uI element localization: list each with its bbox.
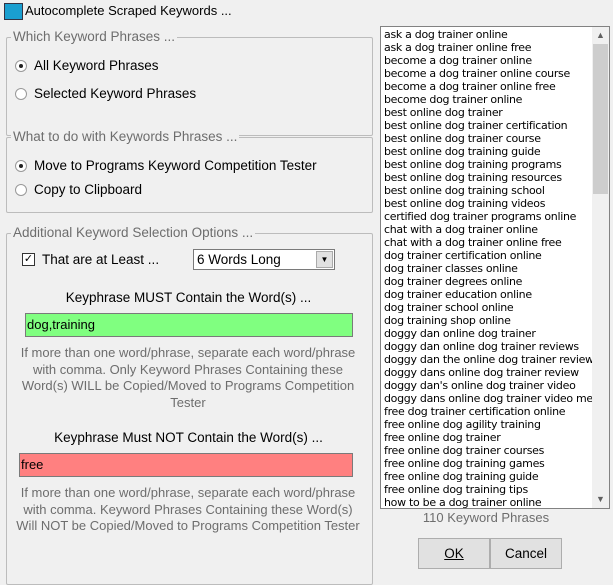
must-contain-label: Keyphrase MUST Contain the Word(s) ... xyxy=(65,290,312,305)
what-to-do-group: What to do with Keywords Phrases ... xyxy=(6,129,373,213)
ok-label: OK xyxy=(444,546,464,561)
keyword-list-item[interactable]: best online dog training school xyxy=(384,184,545,197)
keyword-list-item[interactable]: become a dog trainer online course xyxy=(384,67,570,80)
keyword-list-item[interactable]: become dog trainer online xyxy=(384,93,522,106)
group-legend: Which Keyword Phrases ... xyxy=(11,29,178,44)
keyword-list-item[interactable]: free online dog training guide xyxy=(384,470,539,483)
radio-move-to-tester[interactable]: Move to Programs Keyword Competition Tes… xyxy=(15,158,317,173)
window-title: Autocomplete Scraped Keywords ... xyxy=(25,3,232,18)
app-icon xyxy=(4,3,23,20)
radio-icon xyxy=(15,87,27,100)
keyword-list-item[interactable]: free online dog trainer courses xyxy=(384,444,544,457)
keyword-count: 110 Keyword Phrases xyxy=(422,510,550,525)
must-not-contain-label: Keyphrase Must NOT Contain the Word(s) .… xyxy=(54,430,323,445)
keyword-list-item[interactable]: free online dog trainer xyxy=(384,431,501,444)
keyword-list-item[interactable]: doggy dan online dog trainer reviews xyxy=(384,340,579,353)
must-not-contain-input[interactable]: free xyxy=(19,453,353,477)
keyword-list-item[interactable]: become a dog trainer online xyxy=(384,54,532,67)
keyword-list-item[interactable]: doggy dan the online dog trainer reviews xyxy=(384,353,599,366)
radio-label: All Keyword Phrases xyxy=(34,58,159,73)
radio-icon xyxy=(15,183,27,196)
radio-icon xyxy=(15,59,27,72)
radio-all-keyword-phrases[interactable]: All Keyword Phrases xyxy=(15,58,159,73)
keyword-list-item[interactable]: doggy dans online dog trainer review xyxy=(384,366,579,379)
radio-selected-keyword-phrases[interactable]: Selected Keyword Phrases xyxy=(15,86,196,101)
keyword-list-item[interactable]: become a dog trainer online free xyxy=(384,80,556,93)
select-value: 6 Words Long xyxy=(197,252,281,267)
keyword-list-item[interactable]: doggy dan's online dog trainer video xyxy=(384,379,576,392)
keyword-list-item[interactable]: how to be a dog trainer online xyxy=(384,496,542,508)
at-least-checkbox[interactable]: ✓ That are at Least ... xyxy=(22,252,159,267)
keyword-list-item[interactable]: ask a dog trainer online free xyxy=(384,41,532,54)
keyword-list-item[interactable]: best online dog training videos xyxy=(384,197,545,210)
keyword-list-item[interactable]: certified dog trainer programs online xyxy=(384,210,576,223)
group-legend: Additional Keyword Selection Options ... xyxy=(11,225,256,240)
scrollbar-thumb[interactable] xyxy=(593,44,608,194)
keyword-list[interactable]: how to be a dog trainer online free onlin… xyxy=(380,26,610,509)
scrollbar[interactable]: ▲ ▼ xyxy=(592,27,609,508)
keyword-list-item[interactable]: free online dog training tips xyxy=(384,483,528,496)
keyword-list-item[interactable]: free online dog training games xyxy=(384,457,545,470)
scroll-up-icon[interactable]: ▲ xyxy=(592,27,609,44)
cancel-button[interactable]: Cancel xyxy=(490,538,562,569)
radio-label: Copy to Clipboard xyxy=(34,182,143,197)
keyword-list-item[interactable]: dog trainer degrees online xyxy=(384,275,522,288)
radio-label: Selected Keyword Phrases xyxy=(34,86,197,101)
must-not-contain-help: If more than one word/phrase, separate e… xyxy=(16,485,360,533)
checkbox-label: That are at Least ... xyxy=(42,252,160,267)
keyword-list-item[interactable]: best online dog training guide xyxy=(384,145,541,158)
radio-icon xyxy=(15,159,27,172)
cancel-label: Cancel xyxy=(504,546,548,561)
keyword-list-item[interactable]: best online dog training programs xyxy=(384,158,562,171)
keyword-list-item[interactable]: ask a dog trainer online xyxy=(384,28,508,41)
keyword-list-item[interactable]: doggy dan online dog trainer xyxy=(384,327,536,340)
keyword-list-item[interactable]: chat with a dog trainer online free xyxy=(384,236,562,249)
keyword-list-item[interactable]: best online dog trainer xyxy=(384,106,503,119)
must-contain-help: If more than one word/phrase, separate e… xyxy=(20,345,356,410)
keyword-list-item[interactable]: free dog trainer certification online xyxy=(384,405,566,418)
keyword-list-item[interactable]: dog trainer classes online xyxy=(384,262,518,275)
ok-button[interactable]: OK xyxy=(418,538,490,569)
keyword-list-item[interactable]: doggy dans online dog trainer video memb… xyxy=(384,392,609,405)
words-long-select[interactable]: 6 Words Long ▼ xyxy=(193,249,335,270)
group-legend: What to do with Keywords Phrases ... xyxy=(11,129,240,144)
keyword-list-item[interactable]: dog trainer certification online xyxy=(384,249,542,262)
keyword-list-item[interactable]: dog training shop online xyxy=(384,314,511,327)
keyword-list-item[interactable]: best online dog trainer certification xyxy=(384,119,568,132)
keyword-list-item[interactable]: dog trainer school online xyxy=(384,301,514,314)
keyword-list-item[interactable]: chat with a dog trainer online xyxy=(384,223,538,236)
keyword-list-item[interactable]: best online dog trainer course xyxy=(384,132,541,145)
must-contain-input[interactable]: dog,training xyxy=(25,313,353,337)
keyword-list-item[interactable]: dog trainer education online xyxy=(384,288,532,301)
dropdown-arrow-icon[interactable]: ▼ xyxy=(316,251,333,268)
radio-label: Move to Programs Keyword Competition Tes… xyxy=(34,158,317,173)
radio-copy-to-clipboard[interactable]: Copy to Clipboard xyxy=(15,182,142,197)
keyword-list-item[interactable]: best online dog training resources xyxy=(384,171,562,184)
scroll-down-icon[interactable]: ▼ xyxy=(592,491,609,508)
checkmark-icon: ✓ xyxy=(22,253,35,266)
keyword-list-item[interactable]: free online dog agility training xyxy=(384,418,541,431)
